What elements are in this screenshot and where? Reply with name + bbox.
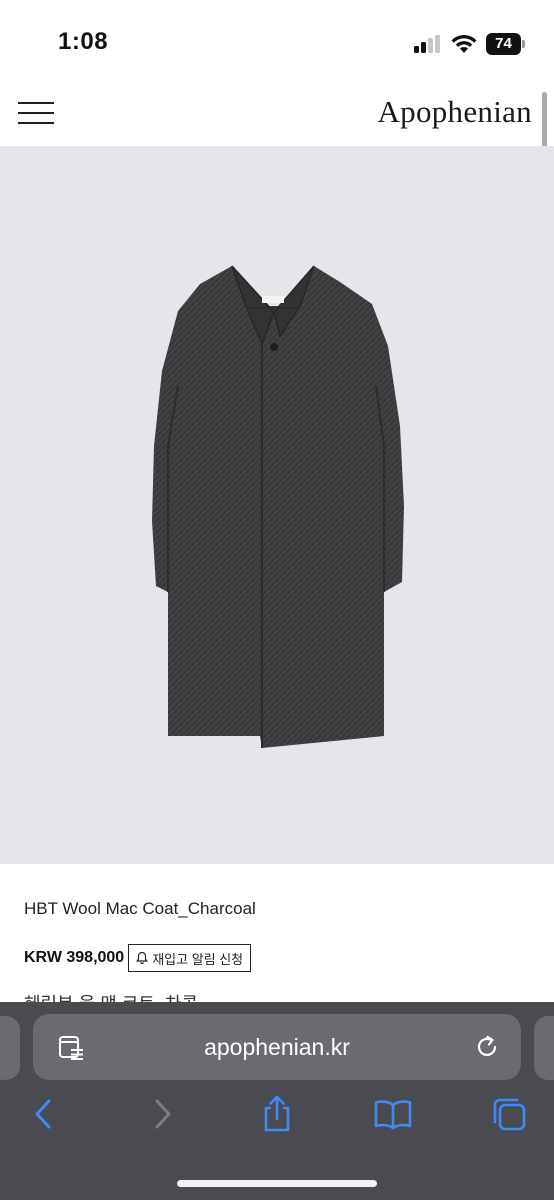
restock-button-label: 재입고 알림 신청 xyxy=(152,951,244,967)
previous-tab-peek[interactable] xyxy=(0,1016,20,1080)
status-bar: 1:08 74 xyxy=(0,0,554,80)
bell-icon xyxy=(136,951,149,965)
status-time: 1:08 xyxy=(58,28,109,55)
url-text[interactable]: apophenian.kr xyxy=(33,1034,521,1061)
wifi-icon xyxy=(451,35,477,53)
cellular-signal-icon xyxy=(414,35,442,53)
price-row: KRW 398,000 재입고 알림 신청 xyxy=(24,944,252,972)
battery-level: 74 xyxy=(486,33,521,55)
browser-toolbar: apophenian.kr xyxy=(0,1002,554,1200)
chevron-right-icon[interactable] xyxy=(142,1094,182,1134)
next-tab-peek[interactable] xyxy=(534,1016,554,1080)
hamburger-menu-icon[interactable] xyxy=(18,102,54,124)
tabs-icon[interactable] xyxy=(489,1094,529,1134)
address-bar[interactable]: apophenian.kr xyxy=(33,1014,521,1080)
brand-logo[interactable]: Apophenian xyxy=(377,94,532,130)
restock-alert-button[interactable]: 재입고 알림 신청 xyxy=(128,944,252,972)
reload-icon[interactable] xyxy=(473,1033,501,1061)
product-name: HBT Wool Mac Coat_Charcoal xyxy=(24,899,256,918)
product-image[interactable] xyxy=(0,146,554,864)
chevron-left-icon[interactable] xyxy=(24,1094,64,1134)
home-indicator[interactable] xyxy=(177,1180,377,1187)
share-icon[interactable] xyxy=(257,1094,297,1134)
product-price: KRW 398,000 xyxy=(24,949,125,966)
book-icon[interactable] xyxy=(373,1094,413,1134)
battery-icon: 74 xyxy=(486,33,526,55)
coat-illustration xyxy=(152,265,404,748)
site-header: Apophenian xyxy=(0,80,554,146)
